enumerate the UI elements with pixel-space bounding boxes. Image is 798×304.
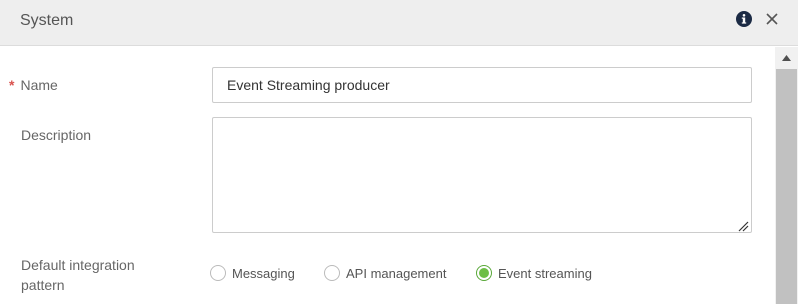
radio-button[interactable] <box>324 265 340 281</box>
dialog-title: System <box>20 12 74 29</box>
dialog-header: System <box>0 0 798 46</box>
radio-button-selected[interactable] <box>476 265 492 281</box>
radio-api-management[interactable]: API management <box>324 263 446 283</box>
description-textarea[interactable] <box>212 117 752 233</box>
scroll-up-arrow-icon[interactable] <box>775 47 798 69</box>
description-label: Description <box>21 127 92 143</box>
dialog-body: * Name Description Default integration pa… <box>0 47 774 304</box>
integration-pattern-label: Default integration pattern <box>21 257 135 293</box>
name-input[interactable] <box>212 67 752 103</box>
radio-event-streaming[interactable]: Event streaming <box>476 263 592 283</box>
scrollbar-thumb[interactable] <box>776 69 797 304</box>
info-circle-icon[interactable] <box>736 11 752 27</box>
system-dialog: System * Name Description Default integra… <box>0 0 798 304</box>
radio-label: API management <box>346 265 447 281</box>
close-icon[interactable] <box>765 12 779 26</box>
radio-label: Messaging <box>232 265 295 281</box>
required-marker: * <box>9 77 15 93</box>
vertical-scrollbar[interactable] <box>775 47 798 304</box>
resize-handle-icon[interactable] <box>737 220 749 232</box>
name-label-row: * Name <box>9 75 58 95</box>
radio-label: Event streaming <box>498 265 592 281</box>
name-label: Name <box>20 77 58 93</box>
radio-messaging[interactable]: Messaging <box>210 263 295 283</box>
radio-button[interactable] <box>210 265 226 281</box>
